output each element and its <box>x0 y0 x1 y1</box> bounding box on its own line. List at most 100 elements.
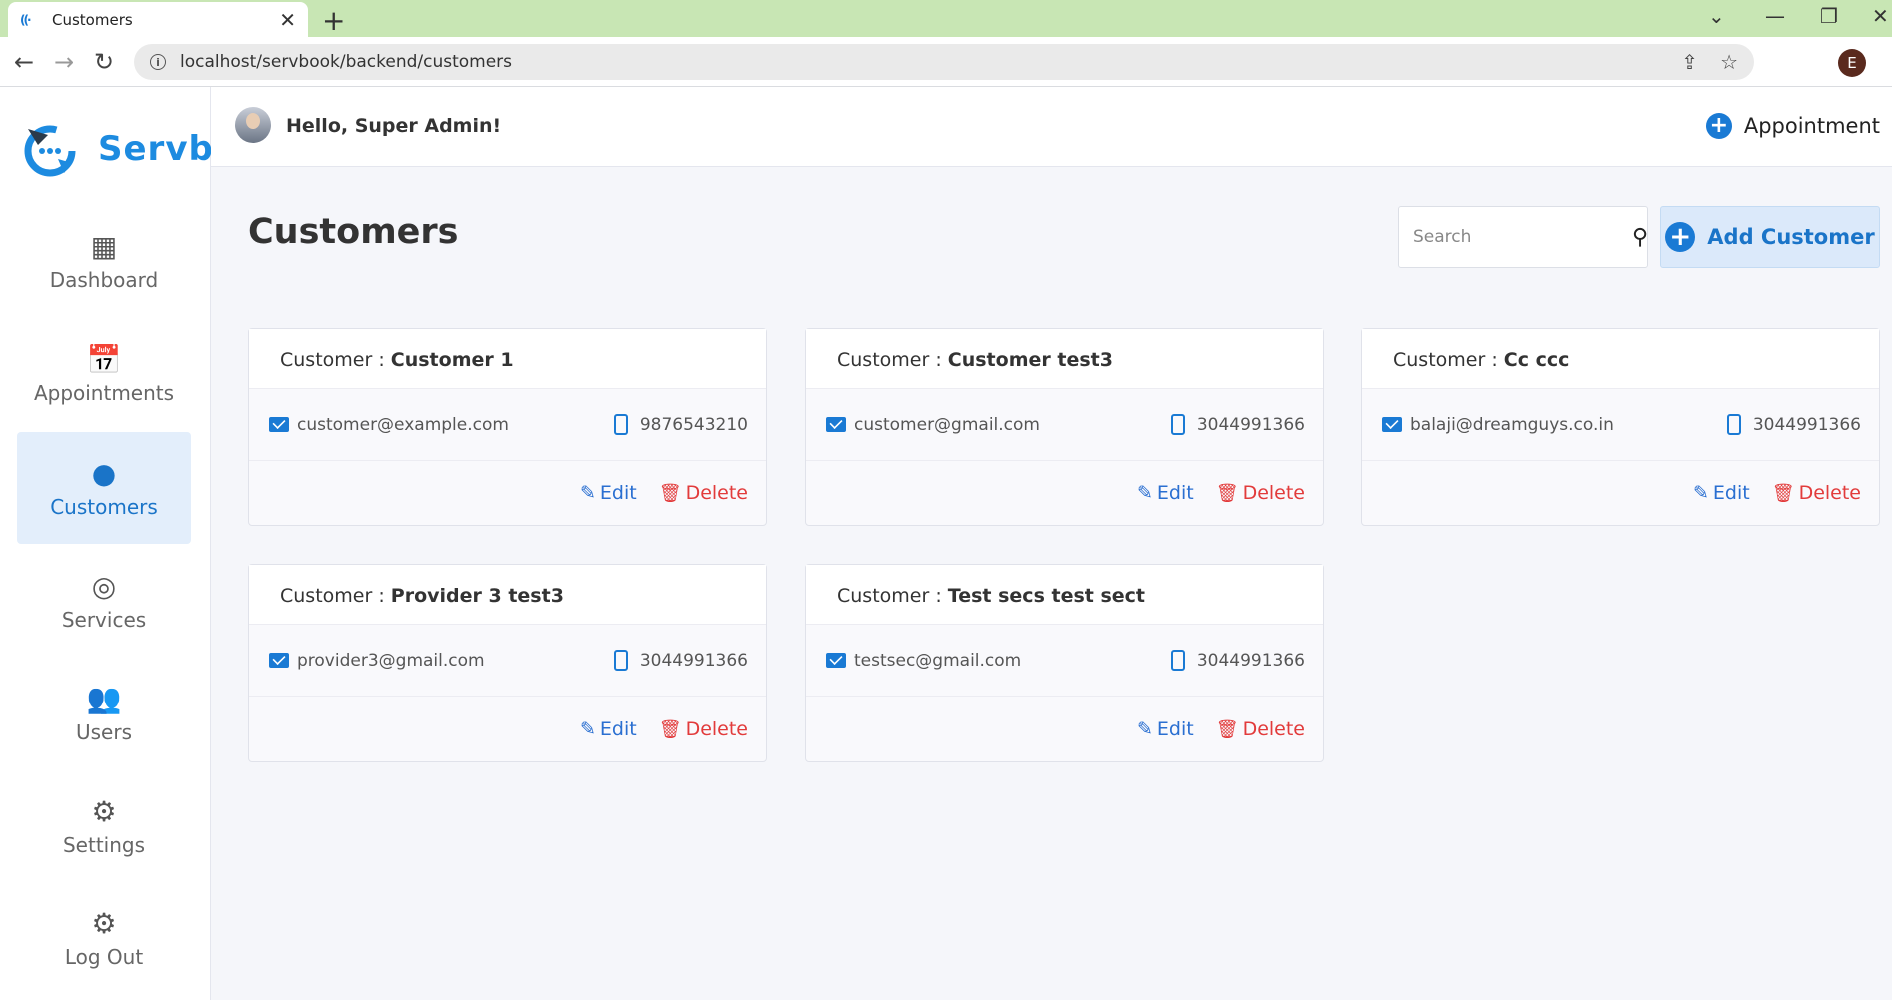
search-input[interactable] <box>1413 227 1632 247</box>
customer-email: provider3@gmail.com <box>297 650 485 671</box>
sidebar-item-customers[interactable]: ● Customers <box>17 432 191 544</box>
customer-card-header: Customer : Customer test3 <box>806 329 1323 389</box>
logo[interactable]: Servbo <box>18 115 238 183</box>
delete-button[interactable]: 🗑 Delete <box>1216 482 1305 504</box>
tab-search-icon[interactable]: ⌄ <box>1708 4 1725 28</box>
sidebar-item-logout[interactable]: ⚙ Log Out <box>17 882 191 994</box>
top-header: Hello, Super Admin! + Appointment <box>211 87 1892 167</box>
customer-prefix: Customer : <box>1393 349 1504 371</box>
user-circle-icon: ● <box>91 456 117 490</box>
dashboard-icon: ▦ <box>90 229 118 263</box>
greeting-text: Hello, Super Admin! <box>286 115 502 137</box>
search-box: ⚲ <box>1398 206 1648 268</box>
plus-circle-icon: + <box>1705 113 1732 139</box>
customer-card: Customer : Customer test3 customer@gmail… <box>805 328 1324 526</box>
customer-email: balaji@dreamguys.co.in <box>1410 414 1614 435</box>
back-icon[interactable]: ← <box>14 48 34 76</box>
sidebar-item-services[interactable]: ◎ Services <box>17 545 191 657</box>
sidebar-item-dashboard[interactable]: ▦ Dashboard <box>17 205 191 317</box>
customer-phone: 3044991366 <box>639 650 748 671</box>
browser-tabbar: ((· Customers ✕ + ⌄ — ❐ ✕ <box>0 0 1892 37</box>
trash-icon: 🗑 <box>1215 482 1239 504</box>
appointment-label: Appointment <box>1743 114 1880 138</box>
phone-icon <box>1170 650 1185 671</box>
restore-icon[interactable]: ❐ <box>1820 4 1838 28</box>
close-window-icon[interactable]: ✕ <box>1872 4 1889 28</box>
gear-icon: ⚙ <box>91 906 117 940</box>
delete-button[interactable]: 🗑 Delete <box>659 718 748 740</box>
forward-icon[interactable]: → <box>54 48 74 76</box>
phone-icon <box>1726 414 1741 435</box>
bookmark-star-icon[interactable]: ☆ <box>1720 50 1738 74</box>
trash-icon: 🗑 <box>1215 718 1239 740</box>
delete-label: Delete <box>685 718 748 740</box>
tab-close-icon[interactable]: ✕ <box>279 8 296 32</box>
customer-actions: ✎ Edit 🗑 Delete <box>806 697 1323 761</box>
edit-label: Edit <box>599 718 637 740</box>
pencil-icon: ✎ <box>1136 482 1153 504</box>
users-icon: 👥 <box>86 681 122 715</box>
search-icon[interactable]: ⚲ <box>1632 225 1648 250</box>
sidebar-item-label: Users <box>75 720 132 744</box>
customer-email: customer@gmail.com <box>854 414 1040 435</box>
delete-button[interactable]: 🗑 Delete <box>1216 718 1305 740</box>
avatar[interactable] <box>235 107 271 143</box>
site-info-icon[interactable]: i <box>150 54 166 70</box>
mail-icon <box>269 417 289 432</box>
edit-button[interactable]: ✎ Edit <box>1137 718 1194 740</box>
sidebar: Servbo ▦ Dashboard 📅 Appointments ● Cust… <box>0 87 237 1000</box>
customer-actions: ✎ Edit 🗑 Delete <box>249 461 766 525</box>
url-bar[interactable]: i localhost/servbook/backend/customers ⇪… <box>134 44 1754 80</box>
edit-button[interactable]: ✎ Edit <box>1693 482 1750 504</box>
reload-icon[interactable]: ↻ <box>94 48 114 76</box>
customer-prefix: Customer : <box>280 349 391 371</box>
customer-contact-row: balaji@dreamguys.co.in 3044991366 <box>1362 389 1879 461</box>
edit-button[interactable]: ✎ Edit <box>580 482 637 504</box>
customer-email: testsec@gmail.com <box>854 650 1022 671</box>
customer-phone: 3044991366 <box>1196 650 1305 671</box>
customer-card: Customer : Provider 3 test3 provider3@gm… <box>248 564 767 762</box>
edit-label: Edit <box>1156 482 1194 504</box>
delete-button[interactable]: 🗑 Delete <box>659 482 748 504</box>
share-icon[interactable]: ⇪ <box>1681 50 1698 74</box>
delete-button[interactable]: 🗑 Delete <box>1772 482 1861 504</box>
mail-icon <box>269 653 289 668</box>
sidebar-item-users[interactable]: 👥 Users <box>17 657 191 769</box>
edit-button[interactable]: ✎ Edit <box>580 718 637 740</box>
pencil-icon: ✎ <box>1692 482 1709 504</box>
sidebar-item-settings[interactable]: ⚙ Settings <box>17 770 191 882</box>
customer-card-header: Customer : Cc ccc <box>1362 329 1879 389</box>
customer-name: Provider 3 test3 <box>390 585 564 607</box>
customer-phone: 3044991366 <box>1752 414 1861 435</box>
customer-contact-row: customer@example.com 9876543210 <box>249 389 766 461</box>
customer-actions: ✎ Edit 🗑 Delete <box>806 461 1323 525</box>
minimize-icon[interactable]: — <box>1765 4 1785 28</box>
edit-button[interactable]: ✎ Edit <box>1137 482 1194 504</box>
profile-avatar[interactable]: E <box>1838 49 1866 77</box>
customer-card: Customer : Cc ccc balaji@dreamguys.co.in… <box>1361 328 1880 526</box>
browser-menu-icon[interactable]: ⋮ <box>1884 49 1892 74</box>
palette-icon: ◎ <box>91 569 117 603</box>
sidebar-item-appointments[interactable]: 📅 Appointments <box>17 318 191 430</box>
browser-tab[interactable]: ((· Customers ✕ <box>8 2 308 37</box>
customer-contact-row: provider3@gmail.com 3044991366 <box>249 625 766 697</box>
delete-label: Delete <box>1242 482 1305 504</box>
customer-actions: ✎ Edit 🗑 Delete <box>1362 461 1879 525</box>
customer-name: Customer test3 <box>947 349 1113 371</box>
add-customer-button[interactable]: + Add Customer <box>1660 206 1880 268</box>
mail-icon <box>826 417 846 432</box>
pencil-icon: ✎ <box>579 718 596 740</box>
new-tab-button[interactable]: + <box>322 4 345 37</box>
trash-icon: 🗑 <box>1771 482 1795 504</box>
plus-circle-icon: + <box>1665 222 1696 252</box>
sidebar-item-label: Customers <box>50 495 158 519</box>
customer-phone: 9876543210 <box>639 414 748 435</box>
sidebar-item-label: Appointments <box>33 381 175 405</box>
appointment-button[interactable]: + Appointment <box>1705 113 1880 139</box>
pencil-icon: ✎ <box>579 482 596 504</box>
customer-name: Cc ccc <box>1503 349 1570 371</box>
pencil-icon: ✎ <box>1136 718 1153 740</box>
customer-card-header: Customer : Customer 1 <box>249 329 766 389</box>
page-title: Customers <box>248 212 459 252</box>
customer-name: Test secs test sect <box>947 585 1146 607</box>
